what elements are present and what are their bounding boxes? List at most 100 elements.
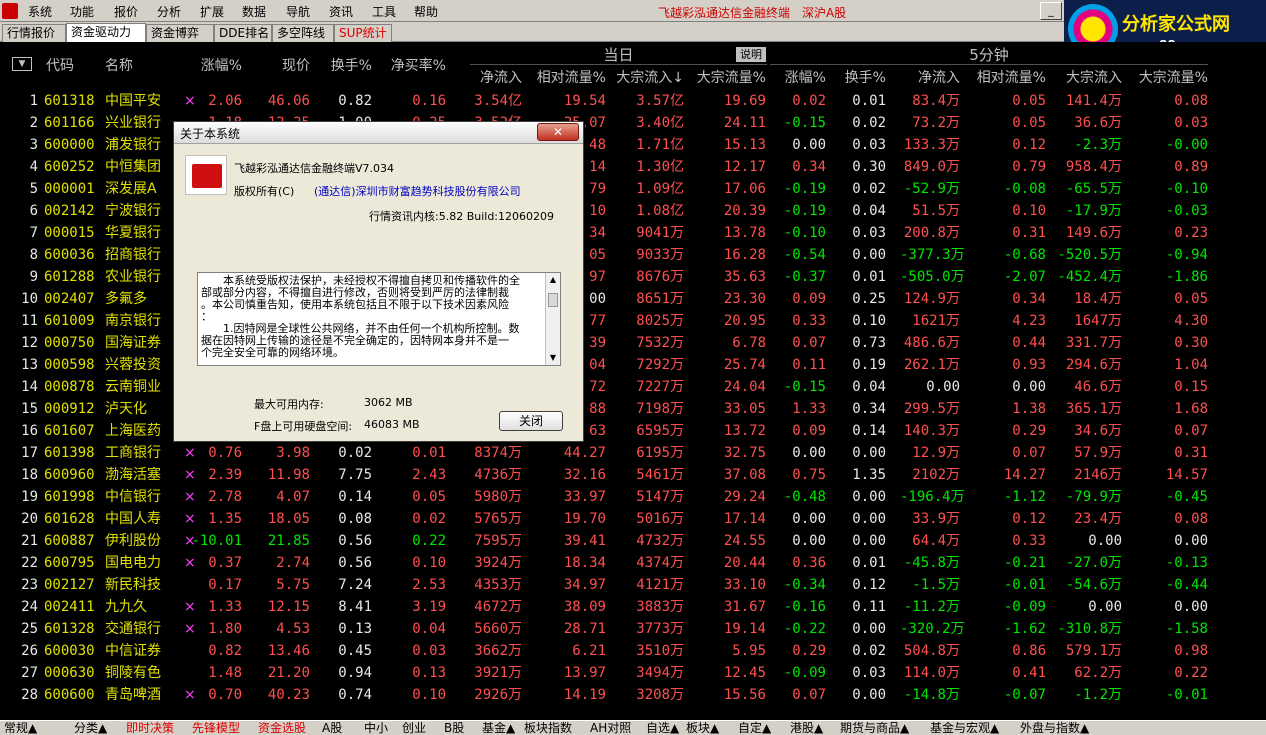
tab-quote[interactable]: 行情报价 [2, 24, 66, 42]
price-value: 4.53 [276, 621, 310, 637]
menu-data[interactable]: 数据 [242, 3, 266, 20]
bottom-tab[interactable]: 自定▲ [738, 721, 771, 735]
bottom-tab[interactable]: 分类▲ [74, 721, 107, 735]
table-row[interactable]: 1 601318 中国平安 × 2.06 46.06 0.82 0.16 3.54亿 19.54 3… [0, 90, 1266, 112]
menu-navigate[interactable]: 导航 [286, 3, 310, 20]
col-5m-rel-flow[interactable]: 相对流量% [966, 67, 1046, 87]
bottom-tab[interactable]: 即时决策 [126, 721, 174, 735]
today-big-inflow: 3883万 [636, 599, 684, 615]
table-row[interactable]: 18 600960 渤海活塞 × 2.39 11.98 7.75 2.43 4736万 32.16… [0, 464, 1266, 486]
col-today-rel-flow[interactable]: 相对流量% [526, 67, 606, 87]
bottom-tab[interactable]: 外盘与指数▲ [1020, 721, 1089, 735]
table-row[interactable]: 20 601628 中国人寿 × 1.35 18.05 0.08 0.02 5765万 19.70… [0, 508, 1266, 530]
col-5m-net-inflow[interactable]: 净流入 [900, 67, 960, 87]
app-icon[interactable] [2, 3, 18, 19]
net-buy-value: 0.01 [412, 445, 446, 461]
tab-capital-game[interactable]: 资金博弈 [146, 24, 214, 42]
table-row[interactable]: 28 600600 青岛啤酒 × 0.70 40.23 0.74 0.10 2926万 14.19… [0, 684, 1266, 706]
col-5m-big-flow[interactable]: 大宗流量% [1128, 67, 1208, 87]
col-chg[interactable]: 涨幅% [186, 55, 242, 75]
col-name[interactable]: 名称 [105, 55, 133, 75]
sort-menu-icon[interactable]: ▼ [12, 57, 32, 71]
stock-name: 中国平安 [105, 93, 161, 109]
col-5m-big-inflow[interactable]: 大宗流入 [1050, 67, 1122, 87]
col-price[interactable]: 现价 [248, 55, 310, 75]
scroll-down-icon[interactable]: ▼ [548, 353, 558, 363]
bottom-tab[interactable]: B股 [444, 721, 464, 735]
bottom-tab[interactable]: 板块指数 [524, 721, 572, 735]
bottom-tab[interactable]: 基金与宏观▲ [930, 721, 999, 735]
menu-quote[interactable]: 报价 [114, 3, 138, 20]
col-today-big-flow[interactable]: 大宗流量% [688, 67, 766, 87]
today-big-flow: 25.74 [723, 357, 766, 373]
bottom-tab[interactable]: A股 [322, 721, 342, 735]
price-value: 2.74 [276, 555, 310, 571]
tab-capital-drive[interactable]: 资金驱动力 [66, 23, 146, 42]
table-row[interactable]: 25 601328 交通银行 × 1.80 4.53 0.13 0.04 5660万 28.71 3… [0, 618, 1266, 640]
dialog-close-icon[interactable]: ✕ [537, 123, 579, 141]
stock-code: 601009 [44, 313, 95, 329]
stock-name: 工商银行 [105, 445, 161, 461]
bottom-tab[interactable]: 中小 [364, 721, 388, 735]
row-index: 7 [29, 225, 38, 241]
bottom-tab[interactable]: AH对照 [590, 721, 631, 735]
col-turnover[interactable]: 换手% [316, 55, 372, 75]
today-rel-flow: 39.41 [563, 533, 606, 549]
table-row[interactable]: 26 600030 中信证券 0.82 13.46 0.45 0.03 3662万 6.21 35… [0, 640, 1266, 662]
table-row[interactable]: 19 601998 中信银行 × 2.78 4.07 0.14 0.05 5980万 33.97 5… [0, 486, 1266, 508]
col-today-big-inflow[interactable]: 大宗流入↓ [610, 67, 684, 87]
turnover-value: 0.14 [338, 489, 372, 505]
stock-name: 宁波银行 [105, 203, 161, 219]
m5-big-flow: 0.23 [1174, 225, 1208, 241]
tab-dde-rank[interactable]: DDE排名 [214, 24, 272, 42]
bottom-tab[interactable]: 资金选股 [258, 721, 306, 735]
m5-chg: -0.15 [783, 115, 826, 131]
m5-big-inflow: 294.6万 [1065, 357, 1122, 373]
menu-tools[interactable]: 工具 [372, 3, 396, 20]
tab-sup-stats[interactable]: SUP统计 [334, 24, 392, 42]
table-row[interactable]: 17 601398 工商银行 × 0.76 3.98 0.02 0.01 8374万 44.27 6… [0, 442, 1266, 464]
stock-name: 交通银行 [105, 621, 161, 637]
scroll-up-icon[interactable]: ▲ [548, 275, 558, 285]
m5-rel-flow: 0.12 [1012, 137, 1046, 153]
col-5m-chg[interactable]: 涨幅% [772, 67, 826, 87]
minimize-button[interactable]: _ [1040, 2, 1062, 20]
license-scrollbar[interactable]: ▲ ▼ [545, 273, 560, 365]
menu-analysis[interactable]: 分析 [157, 3, 181, 20]
bottom-tab[interactable]: 先锋模型 [192, 721, 240, 735]
close-button[interactable]: 关闭 [499, 411, 563, 431]
table-row[interactable]: 24 002411 九九久 × 1.33 12.15 8.41 3.19 4672万 38.09 3… [0, 596, 1266, 618]
table-row[interactable]: 23 002127 新民科技 0.17 5.75 7.24 2.53 4353万 34.97 41… [0, 574, 1266, 596]
table-row[interactable]: 22 600795 国电电力 × 0.37 2.74 0.56 0.10 3924万 18.34 4… [0, 552, 1266, 574]
bottom-tab[interactable]: 期货与商品▲ [840, 721, 909, 735]
scroll-thumb[interactable] [548, 293, 558, 307]
menu-help[interactable]: 帮助 [414, 3, 438, 20]
today-big-flow: 12.45 [723, 665, 766, 681]
bottom-tab[interactable]: 基金▲ [482, 721, 515, 735]
bottom-tab[interactable]: 板块▲ [686, 721, 719, 735]
menu-system[interactable]: 系统 [28, 3, 52, 20]
bottom-tab[interactable]: 常规▲ [4, 721, 37, 735]
explain-button[interactable]: 说明 [736, 47, 766, 62]
menu-news[interactable]: 资讯 [329, 3, 353, 20]
license-textbox[interactable]: 本系统受版权法保护，未经授权不得擅自拷贝和传播软件的全 部或部分内容，不得擅自进… [197, 272, 561, 366]
menu-extend[interactable]: 扩展 [200, 3, 224, 20]
menu-function[interactable]: 功能 [70, 3, 94, 20]
col-code[interactable]: 代码 [46, 55, 74, 75]
table-row[interactable]: 27 000630 铜陵有色 1.48 21.20 0.94 0.13 3921万 13.97 3… [0, 662, 1266, 684]
net-buy-value: 0.13 [412, 665, 446, 681]
bottom-tab[interactable]: 创业 [402, 721, 426, 735]
m5-rel-flow: -0.07 [1003, 687, 1046, 703]
col-5m-turnover[interactable]: 换手% [832, 67, 886, 87]
bottom-tab[interactable]: 港股▲ [790, 721, 823, 735]
m5-chg: 0.11 [792, 357, 826, 373]
col-net-buy[interactable]: 净买率% [376, 55, 446, 75]
m5-rel-flow: 0.29 [1012, 423, 1046, 439]
price-value: 4.07 [276, 489, 310, 505]
m5-big-flow: 0.31 [1174, 445, 1208, 461]
tab-bull-bear[interactable]: 多空阵线 [272, 24, 334, 42]
bottom-tab[interactable]: 自选▲ [646, 721, 679, 735]
table-row[interactable]: 21 600887 伊利股份 × -10.01 21.85 0.56 0.22 7595万 39.… [0, 530, 1266, 552]
m5-big-flow: -0.03 [1165, 203, 1208, 219]
col-today-net-inflow[interactable]: 净流入 [470, 67, 522, 87]
